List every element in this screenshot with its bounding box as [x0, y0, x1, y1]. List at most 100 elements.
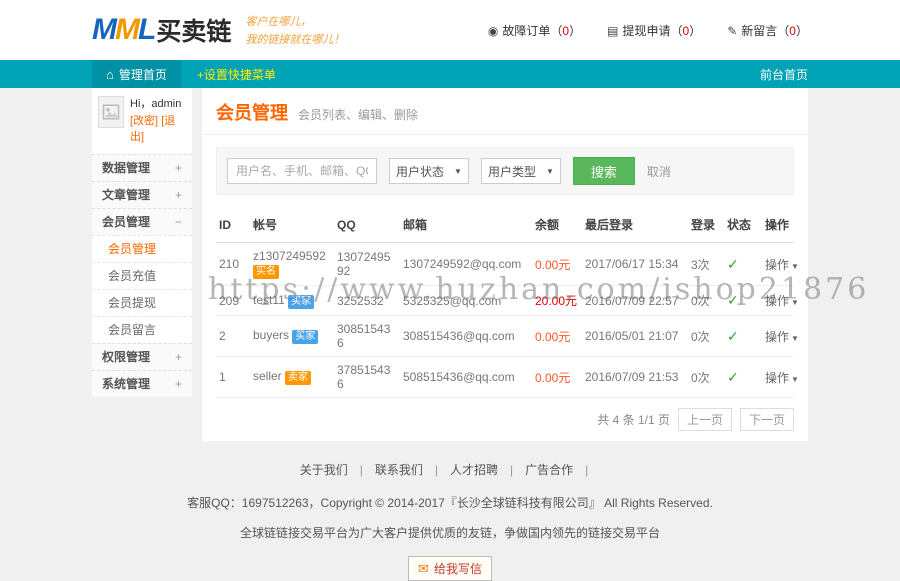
cell-email: 1307249592@qq.com [400, 243, 532, 286]
site-slogan: 全球链链接交易平台为广大客户提供优质的友链，争做国内领先的链接交易平台 [0, 524, 900, 541]
col-header-last-login: 最后登录 [582, 207, 688, 243]
status-check-icon: ✓ [727, 256, 739, 272]
search-button[interactable]: 搜索 [573, 157, 635, 185]
new-messages-icon: ✎ [727, 24, 737, 38]
cell-logins: 0次 [688, 286, 724, 316]
plus-icon: + [175, 182, 182, 208]
content-area: Hi，admin [改密] [退出] 数据管理 + 文章管理 + 会员管理 − … [92, 88, 808, 441]
cell-id: 210 [216, 243, 250, 286]
cell-balance: 0.00元 [532, 243, 582, 286]
sidebar: Hi，admin [改密] [退出] 数据管理 + 文章管理 + 会员管理 − … [92, 88, 192, 397]
sidebar-item-system-manage[interactable]: 系统管理 + [92, 370, 192, 397]
cell-logins: 0次 [688, 357, 724, 398]
user-type-select[interactable]: 用户类型 ▼ [481, 158, 561, 184]
cell-last-login: 2016/07/09 21:53 [582, 357, 688, 398]
caret-down-icon: ▼ [791, 262, 799, 271]
footer-link-contact[interactable]: 联系我们 [375, 463, 423, 477]
change-password-link[interactable]: [改密] [130, 115, 158, 127]
logo-slogan: 客户在哪儿， 我的链接就在哪儿！ [245, 10, 344, 49]
balance-value: 0.00元 [535, 371, 570, 385]
cell-id: 1 [216, 357, 250, 398]
account-badge: 买家 [292, 330, 318, 344]
action-dropdown-button[interactable]: 操作▼ [765, 258, 799, 272]
col-header-email: 邮箱 [400, 207, 532, 243]
table-row: 209 test11 买家 3252532 5325325@qq.com 20.… [216, 286, 794, 316]
action-dropdown-button[interactable]: 操作▼ [765, 294, 799, 308]
search-input[interactable] [227, 158, 377, 184]
table-row: 210 z1307249592 实名 1307249592 1307249592… [216, 243, 794, 286]
caret-down-icon: ▼ [791, 375, 799, 384]
cell-action: 操作▼ [762, 243, 794, 286]
plus-icon: + [175, 371, 182, 397]
sidebar-item-member-manage[interactable]: 会员管理 − [92, 208, 192, 235]
footer-link-ads[interactable]: 广告合作 [525, 463, 573, 477]
sidebar-item-permission-manage[interactable]: 权限管理 + [92, 343, 192, 370]
cell-qq: 3252532 [334, 286, 400, 316]
cell-email: 308515436@qq.com [400, 316, 532, 357]
header-stats: ◉故障订单（0） ▤提现申请（0） ✎新留言（0） [488, 22, 808, 39]
cell-balance: 0.00元 [532, 357, 582, 398]
table-row: 1 seller 卖家 378515436 508515436@qq.com 0… [216, 357, 794, 398]
action-dropdown-button[interactable]: 操作▼ [765, 371, 799, 385]
cell-qq: 378515436 [334, 357, 400, 398]
account-name: seller [253, 369, 282, 383]
cell-account: buyers 买家 [250, 316, 334, 357]
status-check-icon: ✓ [727, 369, 739, 385]
col-header-qq: QQ [334, 207, 400, 243]
menu-label: 会员管理 [102, 209, 150, 235]
nav-item-admin-home[interactable]: ⌂ 管理首页 [92, 60, 181, 88]
prev-page-button[interactable]: 上一页 [678, 408, 732, 431]
quick-menu-link[interactable]: +设置快捷菜单 [197, 66, 276, 83]
new-messages-link[interactable]: ✎新留言（0） [727, 22, 808, 39]
fault-orders-link[interactable]: ◉故障订单（0） [488, 22, 581, 39]
page-title: 会员管理 [216, 99, 288, 125]
front-home-link[interactable]: 前台首页 [760, 66, 808, 83]
menu-label: 文章管理 [102, 182, 150, 208]
footer-link-jobs[interactable]: 人才招聘 [450, 463, 498, 477]
cell-balance: 20.00元 [532, 286, 582, 316]
sidebar-item-data-manage[interactable]: 数据管理 + [92, 154, 192, 181]
plus-icon: + [175, 155, 182, 181]
cell-id: 209 [216, 286, 250, 316]
fault-orders-icon: ◉ [488, 24, 498, 38]
caret-down-icon: ▼ [546, 167, 554, 176]
sidebar-subitem-member-withdraw[interactable]: 会员提现 [92, 289, 192, 316]
caret-down-icon: ▼ [791, 334, 799, 343]
photo-placeholder-icon [102, 103, 120, 121]
cell-email: 508515436@qq.com [400, 357, 532, 398]
sidebar-subitem-member-recharge[interactable]: 会员充值 [92, 262, 192, 289]
cell-account: test11 买家 [250, 286, 334, 316]
cell-account: seller 卖家 [250, 357, 334, 398]
site-logo[interactable]: MML 买卖链 [92, 12, 231, 48]
account-name: buyers [253, 328, 289, 342]
balance-value: 20.00元 [535, 294, 577, 308]
table-row: 2 buyers 买家 308515436 308515436@qq.com 0… [216, 316, 794, 357]
account-badge: 买家 [288, 295, 314, 309]
menu-label: 数据管理 [102, 155, 150, 181]
action-dropdown-button[interactable]: 操作▼ [765, 330, 799, 344]
withdraw-requests-link[interactable]: ▤提现申请（0） [607, 22, 701, 39]
account-name: z1307249592 [253, 249, 326, 263]
sidebar-subitem-member-manage[interactable]: 会员管理 [92, 235, 192, 262]
cell-status: ✓ [724, 316, 762, 357]
col-header-account: 帐号 [250, 207, 334, 243]
sidebar-item-article-manage[interactable]: 文章管理 + [92, 181, 192, 208]
next-page-button[interactable]: 下一页 [740, 408, 794, 431]
envelope-icon: ✉ [418, 561, 429, 577]
col-header-logins: 登录 [688, 207, 724, 243]
cell-id: 2 [216, 316, 250, 357]
cell-email: 5325325@qq.com [400, 286, 532, 316]
cell-logins: 3次 [688, 243, 724, 286]
menu-label: 系统管理 [102, 371, 150, 397]
balance-value: 0.00元 [535, 258, 570, 272]
footer-link-about[interactable]: 关于我们 [300, 463, 348, 477]
user-status-select[interactable]: 用户状态 ▼ [389, 158, 469, 184]
col-header-balance: 余额 [532, 207, 582, 243]
cell-logins: 0次 [688, 316, 724, 357]
logo-mml: MML [92, 13, 154, 47]
cell-last-login: 2016/05/01 21:07 [582, 316, 688, 357]
mail-button[interactable]: ✉ 给我写信 [408, 556, 492, 581]
cancel-link[interactable]: 取消 [647, 163, 671, 180]
sidebar-subitem-member-message[interactable]: 会员留言 [92, 316, 192, 343]
page-subtitle: 会员列表、编辑、删除 [298, 106, 418, 123]
